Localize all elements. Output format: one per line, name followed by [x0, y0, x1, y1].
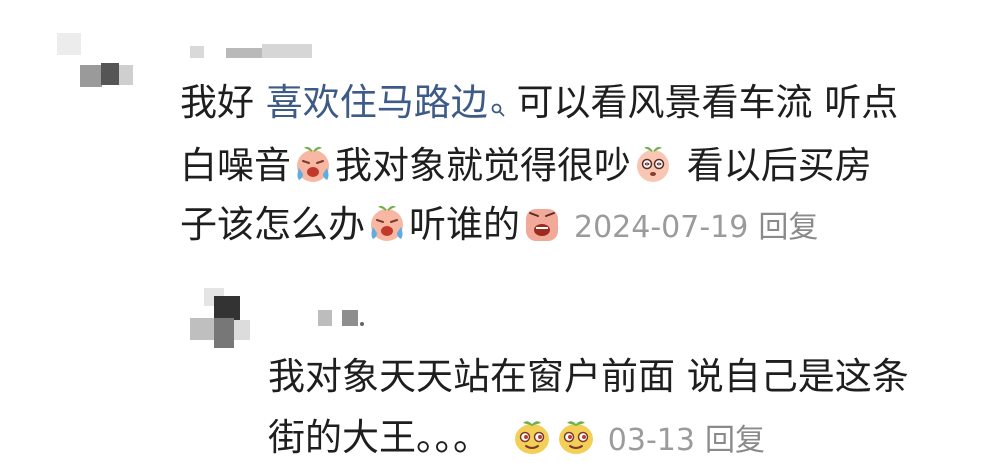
- comment-line-1: 我好 喜欢住马路边 可以看风景看车流 听点: [180, 84, 898, 121]
- comment-date: 2024-07-19: [574, 210, 749, 245]
- topic-link[interactable]: 喜欢住马路边: [266, 81, 488, 124]
- comment-text-seg: 子该怎么办: [180, 203, 365, 246]
- comment-text-seg: 听谁的: [409, 203, 520, 246]
- crying-emoji-icon: [371, 205, 403, 241]
- commenter-avatar[interactable]: [45, 25, 145, 95]
- reply-line-2: 街的大王。。。 03-13 回复: [268, 416, 765, 456]
- comment-text-seg: 白噪音: [180, 144, 291, 187]
- comment-text-seg: 我对象就觉得很吵: [335, 144, 631, 187]
- reply-button[interactable]: 回复: [758, 210, 818, 245]
- comment-text-line1-rest: 可以看风景看车流 听点: [504, 81, 899, 124]
- dizzy-eyes-emoji-icon: [637, 146, 669, 182]
- comment-text-seg: 看以后买房: [675, 144, 872, 187]
- anguished-emoji-icon: [526, 209, 558, 241]
- commenter-name[interactable]: [190, 44, 320, 60]
- comment-line-3: 子该怎么办 听谁的 2024-07-19 回复: [180, 203, 818, 243]
- reply-avatar[interactable]: [186, 288, 260, 354]
- reply-author-name[interactable]: [318, 306, 398, 328]
- search-icon[interactable]: [491, 86, 505, 117]
- comment-text-prefix: 我好: [180, 81, 266, 124]
- crying-emoji-icon: [297, 146, 329, 182]
- reply-text: 我对象天天站在窗户前面 说自己是这条: [268, 355, 909, 398]
- sly-grin-emoji-icon: [514, 421, 549, 454]
- sly-grin-emoji-icon: [558, 421, 593, 454]
- reply-date: 03-13: [607, 423, 695, 458]
- reply-button[interactable]: 回复: [705, 423, 765, 458]
- reply-line-1: 我对象天天站在窗户前面 说自己是这条: [268, 358, 909, 395]
- comment-line-2: 白噪音 我对象就觉得很吵 看以后买房: [180, 144, 872, 184]
- reply-text: 街的大王。。。: [268, 416, 490, 459]
